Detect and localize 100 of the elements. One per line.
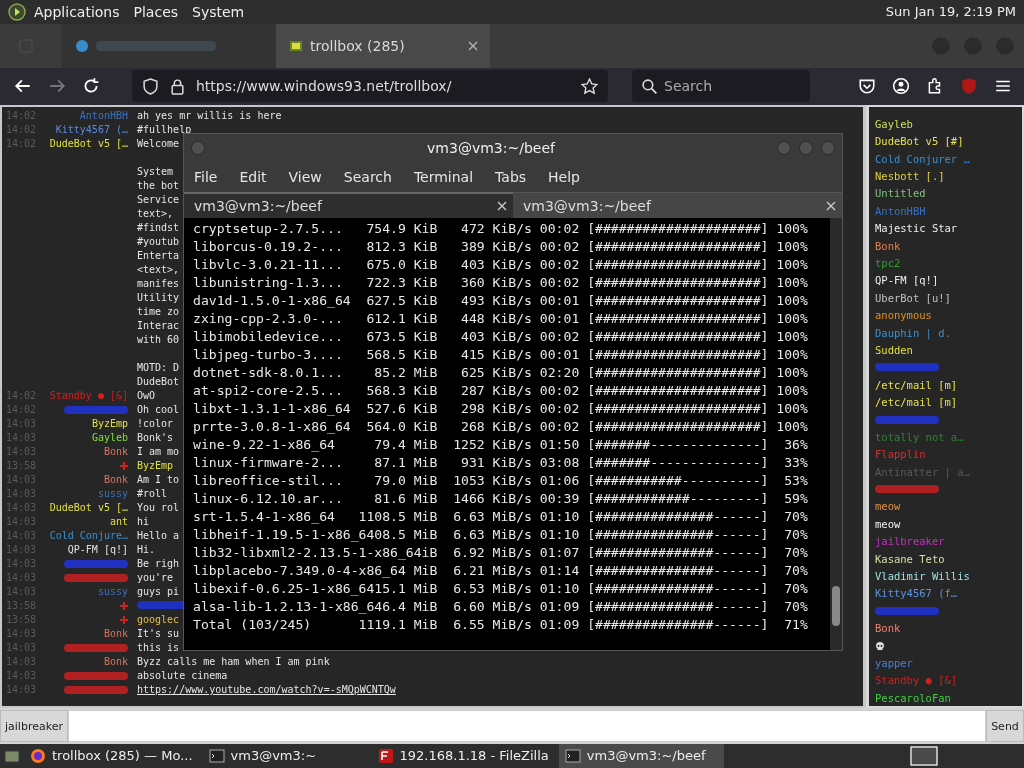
user-name[interactable]: Sudden (875, 343, 913, 356)
terminal-line: linux-firmware-2... 87.1 MiB 931 KiB/s 03:08 [#######--------------] 33% (193, 454, 809, 473)
skull-icon[interactable] (875, 640, 885, 651)
terminal-icon (564, 747, 581, 764)
user-name[interactable]: Dauphin | d. (875, 326, 951, 339)
user-nick[interactable]: ByzEmp (91, 417, 128, 432)
action-nick[interactable]: ByzEmp (137, 460, 174, 472)
panel-menu[interactable]: Applications (34, 3, 120, 20)
menu-item[interactable]: Tabs (495, 169, 527, 186)
user-name[interactable]: /etc/mail [m] (875, 396, 958, 409)
action-nick[interactable]: googlec (137, 614, 180, 626)
chat-message: ah yes mr willis is here (137, 109, 282, 124)
user-name[interactable]: Cold Conjurer … (875, 152, 970, 165)
shield-icon[interactable] (142, 77, 159, 95)
chat-message: with 60 (137, 333, 180, 348)
lock-icon[interactable] (169, 77, 186, 95)
menu-item[interactable]: Edit (239, 169, 267, 186)
browser-tab[interactable]: trollbox (285) (276, 23, 490, 68)
menu-item[interactable]: Terminal (413, 169, 474, 186)
terminal-line: linux-6.12.10.ar... 81.6 MiB 1466 KiB/s 00:39 [############---------] 59% (193, 490, 809, 509)
chat-message: System (137, 165, 174, 180)
url-field[interactable]: https://www.windows93.net/trollbox/ (132, 70, 608, 103)
user-name[interactable]: meow (875, 517, 901, 530)
terminal-tab[interactable]: vm3@vm3:~/beef (184, 192, 513, 219)
message-link[interactable]: https://www.youtube.com/watch?v=-sMQpWCNTQw (137, 684, 396, 696)
user-name[interactable]: DudeBot v5 [#] (875, 135, 964, 148)
terminal-line: srt-1.5.4-1-x86_64 1108.5 MiB 6.63 MiB/s 01:10 [###############------] 70% (193, 508, 809, 527)
user-nick[interactable]: Cold Conjure… (49, 529, 128, 544)
user-name[interactable]: meow (875, 500, 901, 513)
terminal-line: libjpeg-turbo-3.... 568.5 KiB 415 KiB/s 00:01 [#####################] 100% (193, 346, 809, 365)
user-name[interactable]: Untitled (875, 187, 926, 200)
panel-menu[interactable]: Places (133, 3, 179, 20)
star-icon[interactable] (581, 77, 598, 95)
user-nick[interactable]: Bonk (103, 655, 128, 670)
user-nick[interactable]: Gayleb (91, 431, 128, 446)
chat-message: Oh cool (137, 403, 180, 418)
user-name[interactable]: yapper (875, 657, 913, 669)
chat-message: you're (137, 571, 174, 586)
terminal-line: libheif-1.19.5-1-x86_6408.5 MiB 6.63 MiB/s 01:10 [###############------] 70% (193, 526, 809, 545)
chat-message: absolute cinema (137, 669, 228, 684)
user-nick[interactable]: QP-FM [q!] (67, 543, 128, 558)
user-name[interactable]: QP-FM [q!] (875, 274, 939, 287)
user-name[interactable]: Nesbott [.] (875, 170, 945, 183)
menu-item[interactable]: File (194, 169, 218, 186)
logo-icon[interactable] (8, 2, 26, 21)
terminal-line: libreoffice-stil... 79.0 MiB 1053 KiB/s 01:06 [###########----------] 53% (193, 472, 809, 491)
taskbar-item[interactable]: trollbox (285) — Mo... (24, 743, 199, 768)
taskbar-item[interactable]: vm3@vm3:~ (202, 743, 368, 768)
user-name[interactable]: tpc2 (875, 257, 901, 269)
user-nick[interactable]: Bonk (103, 445, 128, 460)
taskbar-item[interactable]: 192.168.1.18 - FileZilla (371, 743, 555, 768)
user-name[interactable]: anonymous (875, 309, 932, 322)
user-name[interactable]: /etc/mail [m] (875, 378, 958, 391)
terminal-line: dotnet-sdk-8.0.1... 85.2 MiB 625 KiB/s 02:20 [#####################] 100% (193, 364, 809, 383)
user-name[interactable]: UberBot [u!] (875, 291, 951, 304)
account-icon[interactable] (892, 77, 910, 96)
user-name[interactable]: Majestic Star (875, 222, 958, 235)
user-name[interactable]: Gayleb (875, 117, 913, 130)
chat-message: #findst (137, 221, 180, 236)
chat-message: the bot (137, 179, 180, 194)
panel-menu[interactable]: System (192, 3, 245, 20)
user-nick[interactable]: Kitty4567 (… (55, 123, 128, 138)
show-desktop-icon[interactable] (4, 747, 20, 764)
chat-message: #roll (137, 487, 168, 502)
menu-item[interactable]: View (288, 169, 322, 186)
nickname-button[interactable]: jailbreaker (0, 710, 68, 742)
pocket-icon[interactable] (858, 77, 876, 96)
user-name[interactable]: Vladimir Willis (875, 570, 970, 583)
user-name[interactable]: Bonk (875, 239, 901, 252)
user-nick[interactable]: Bonk (103, 473, 128, 488)
user-name[interactable]: Kitty4567 (f… (875, 587, 958, 600)
menu-item[interactable]: Search (343, 169, 392, 186)
terminal-line: liborcus-0.19.2-... 812.3 KiB 389 KiB/s 00:02 [#####################] 100% (193, 238, 809, 257)
chat-message: Be righ (137, 557, 180, 572)
menu-item[interactable]: Help (548, 169, 580, 186)
taskbar-item[interactable]: vm3@vm3:~/beef (558, 743, 724, 768)
workspace-icon[interactable] (910, 745, 938, 766)
terminal-line: prrte-3.0.8-1-x86_64 564.0 KiB 268 KiB/s 00:02 [#####################] 100% (193, 418, 809, 437)
scrollbar[interactable] (830, 218, 842, 651)
site-icon (74, 37, 90, 54)
close-icon[interactable] (468, 40, 478, 51)
send-button[interactable]: Send (986, 710, 1024, 742)
chat-message: Interac (137, 319, 180, 334)
user-name[interactable]: Kasane Teto (875, 552, 945, 565)
chat-message: You rol (137, 501, 180, 516)
terminal-line: libvlc-3.0.21-11... 675.0 KiB 403 KiB/s 00:02 [#####################] 100% (193, 256, 809, 275)
user-nick[interactable]: Bonk (103, 627, 128, 642)
user-nick[interactable]: DudeBot v5 [… (49, 137, 128, 152)
terminal-tab[interactable]: vm3@vm3:~/beef (513, 192, 842, 219)
user-nick[interactable]: ant (109, 515, 128, 530)
message-input[interactable] (67, 710, 986, 742)
search-field[interactable]: Search (632, 70, 810, 103)
close-icon[interactable] (497, 201, 507, 212)
user-name[interactable]: Bonk (875, 622, 901, 635)
terminal-line: libunistring-1.3... 722.3 KiB 360 KiB/s 00:02 [#####################] 100% (193, 274, 809, 293)
terminal-line: Total (103/245) 1119.1 MiB 6.55 MiB/s 01:09 [###############------] 71% (193, 616, 809, 635)
close-icon[interactable] (826, 200, 836, 211)
user-name[interactable]: PescaroloFan (875, 691, 951, 704)
clock: Sun Jan 19, 2:19 PM (885, 4, 1016, 20)
user-nick[interactable]: DudeBot v5 [… (49, 501, 128, 516)
